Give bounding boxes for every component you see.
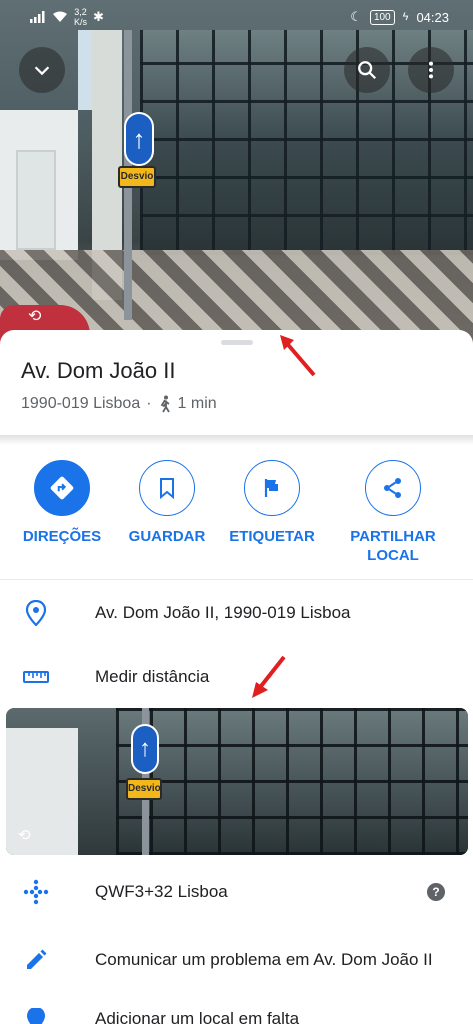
collapse-button[interactable] bbox=[19, 47, 65, 93]
thumbnail-direction-sign: ↑ bbox=[131, 724, 159, 774]
label-label: ETIQUETAR bbox=[229, 528, 315, 545]
directions-circle[interactable] bbox=[34, 460, 90, 516]
help-icon[interactable]: ? bbox=[427, 883, 445, 901]
save-circle[interactable] bbox=[139, 460, 195, 516]
save-button[interactable]: GUARDAR bbox=[112, 460, 222, 546]
more-vert-icon bbox=[428, 61, 434, 79]
address-text: Av. Dom João II, 1990-019 Lisboa bbox=[95, 603, 351, 622]
clock: 04:23 bbox=[416, 9, 449, 25]
share-circle[interactable] bbox=[365, 460, 421, 516]
share-label: PARTILHAR LOCAL bbox=[350, 528, 436, 564]
place-sheet: Av. Dom João II 1990-019 Lisboa · 1 min … bbox=[0, 330, 473, 1024]
plus-code-text: QWF3+32 Lisboa bbox=[95, 882, 228, 901]
charging-icon: ϟ bbox=[402, 11, 409, 23]
actions-divider bbox=[0, 579, 473, 580]
label-button[interactable]: ETIQUETAR bbox=[217, 460, 327, 546]
ruler-icon bbox=[23, 671, 49, 683]
battery-indicator: 100 bbox=[369, 9, 395, 25]
moon-icon: ☾ bbox=[350, 9, 362, 24]
directions-icon bbox=[50, 476, 74, 500]
walk-time: 1 min bbox=[177, 395, 217, 412]
measure-distance-text: Medir distância bbox=[95, 667, 210, 686]
save-label: GUARDAR bbox=[128, 528, 206, 545]
report-problem-text: Comunicar um problema em Av. Dom João II bbox=[95, 950, 433, 969]
directions-label: DIREÇÕES bbox=[22, 528, 102, 545]
edit-pencil-icon bbox=[27, 949, 47, 969]
street-view-photo[interactable]: ↑ Desvio ⟲ bbox=[0, 0, 473, 345]
desvio-sign: Desvio bbox=[118, 166, 156, 188]
wifi-icon bbox=[53, 11, 67, 22]
add-location-icon bbox=[27, 1008, 45, 1024]
flag-icon bbox=[264, 479, 278, 497]
measure-distance-row[interactable]: Medir distância bbox=[0, 665, 473, 689]
bluetooth-icon: ✱ bbox=[93, 9, 104, 24]
action-buttons: DIREÇÕES GUARDAR ETIQUETAR PARTILHAR LOC… bbox=[0, 460, 473, 570]
place-subtitle: 1990-019 Lisboa · 1 min bbox=[21, 395, 217, 413]
bookmark-icon bbox=[160, 478, 174, 500]
subtitle-separator: · bbox=[146, 395, 152, 412]
address-row[interactable]: Av. Dom João II, 1990-019 Lisboa bbox=[0, 600, 473, 626]
label-circle[interactable] bbox=[244, 460, 300, 516]
plus-code-icon bbox=[23, 879, 49, 905]
status-bar: 3,2 K/s ✱ ☾ 100 ϟ 04:23 bbox=[0, 0, 473, 34]
place-postal-city: 1990-019 Lisboa bbox=[21, 395, 141, 412]
speed-unit: K/s bbox=[74, 17, 88, 27]
walking-icon bbox=[160, 395, 170, 413]
directions-button[interactable]: DIREÇÕES bbox=[7, 460, 117, 546]
signal-icon bbox=[30, 11, 45, 23]
place-title: Av. Dom João II bbox=[21, 358, 176, 383]
thumbnail-glass bbox=[116, 708, 468, 855]
plus-code-row[interactable]: QWF3+32 Lisboa ? bbox=[0, 879, 473, 905]
chevron-down-icon bbox=[34, 66, 50, 76]
street-view-360-icon: ⟲ bbox=[28, 308, 42, 325]
add-missing-place-text: Adicionar um local em falta bbox=[95, 1009, 300, 1024]
add-missing-place-row[interactable]: Adicionar um local em falta bbox=[0, 1008, 473, 1024]
share-button[interactable]: PARTILHAR LOCAL bbox=[338, 460, 448, 565]
speed-value: 3,2 bbox=[74, 7, 87, 17]
direction-sign: ↑ bbox=[124, 112, 154, 166]
more-options-button[interactable] bbox=[408, 47, 454, 93]
thumbnail-wall bbox=[6, 728, 78, 855]
search-button[interactable] bbox=[344, 47, 390, 93]
sheet-drag-handle[interactable] bbox=[221, 340, 253, 345]
report-problem-row[interactable]: Comunicar um problema em Av. Dom João II bbox=[0, 936, 473, 984]
share-icon bbox=[384, 478, 401, 498]
street-view-thumbnail[interactable]: ↑ Desvio ⟲ bbox=[6, 708, 468, 855]
thumbnail-360-icon: ⟲ bbox=[18, 827, 31, 844]
search-icon bbox=[358, 61, 377, 80]
thumbnail-desvio-sign: Desvio bbox=[126, 778, 162, 800]
location-pin-icon bbox=[26, 600, 46, 626]
network-speed: 3,2 K/s bbox=[74, 7, 87, 27]
header-shadow bbox=[0, 435, 473, 445]
building-door bbox=[16, 150, 56, 250]
